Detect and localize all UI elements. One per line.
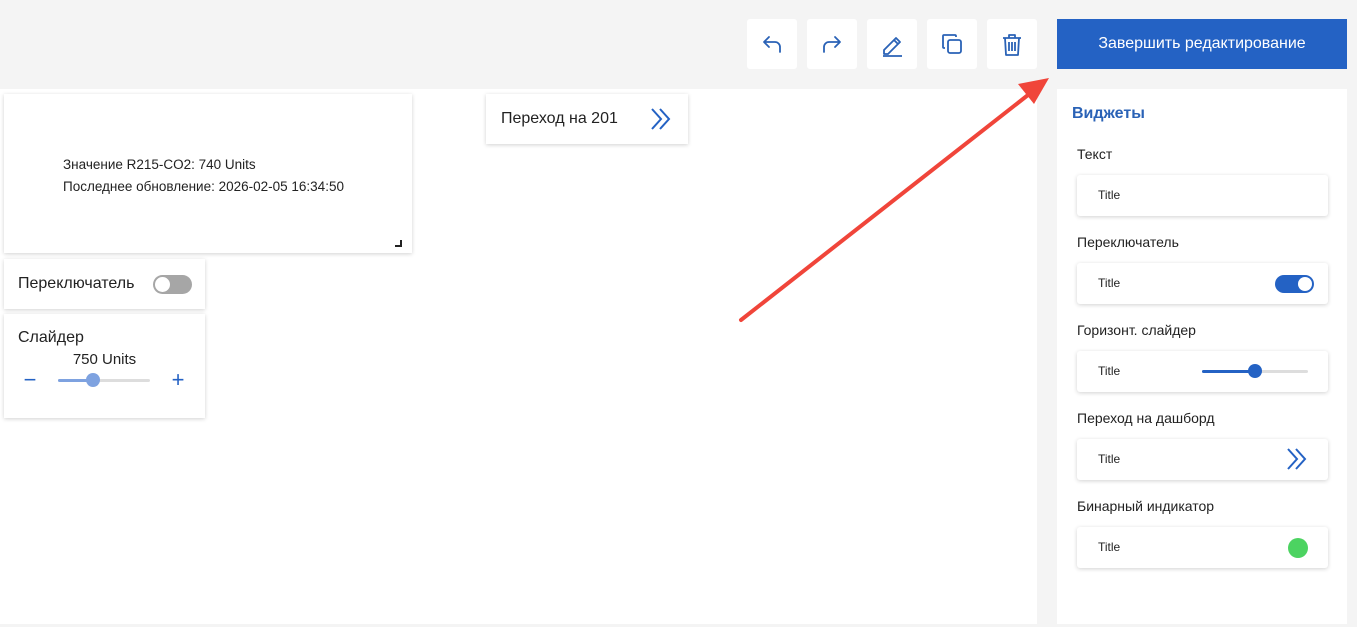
widget-card-text[interactable]: Title bbox=[1077, 175, 1328, 216]
double-chevron-right-icon bbox=[1287, 448, 1307, 470]
dashboard-link-widget[interactable]: Переход на 201 bbox=[486, 94, 688, 144]
slider-preview-track bbox=[1202, 364, 1308, 378]
trash-icon bbox=[1003, 34, 1021, 56]
section-label-indicator: Бинарный индикатор bbox=[1077, 498, 1215, 514]
section-label-text: Текст bbox=[1077, 146, 1113, 162]
switch-label: Переключатель bbox=[18, 275, 135, 292]
card-title: Title bbox=[1098, 188, 1121, 202]
widget-card-switch[interactable]: Title bbox=[1077, 263, 1328, 304]
text-widget-content: Значение R215-CO2: 740 Units Последнее о… bbox=[63, 154, 344, 198]
widgets-panel: Виджеты Текст Title Переключатель Title … bbox=[1057, 89, 1347, 624]
slider-track[interactable] bbox=[58, 373, 150, 387]
widget-card-nav[interactable]: Title bbox=[1077, 439, 1328, 480]
switch-widget: Переключатель bbox=[4, 259, 205, 309]
copy-button[interactable] bbox=[927, 19, 977, 69]
delete-button[interactable] bbox=[987, 19, 1037, 69]
edit-button[interactable] bbox=[867, 19, 917, 69]
widget-card-slider[interactable]: Title bbox=[1077, 351, 1328, 392]
redo-icon bbox=[823, 36, 841, 53]
text-widget[interactable]: Значение R215-CO2: 740 Units Последнее о… bbox=[4, 94, 412, 253]
panel-title: Виджеты bbox=[1072, 105, 1145, 122]
redo-button[interactable] bbox=[807, 19, 857, 69]
slider-label: Слайдер bbox=[18, 329, 84, 346]
indicator-dot bbox=[1288, 538, 1308, 558]
resize-handle[interactable] bbox=[395, 240, 402, 247]
section-label-nav: Переход на дашборд bbox=[1077, 410, 1215, 426]
slider-preview-thumb bbox=[1248, 364, 1262, 378]
dashboard-link-label: Переход на 201 bbox=[501, 110, 618, 127]
undo-icon bbox=[763, 36, 781, 53]
double-chevron-right-icon bbox=[651, 108, 671, 130]
slider-increment-button[interactable]: + bbox=[168, 369, 188, 391]
section-label-slider: Горизонт. слайдер bbox=[1077, 322, 1196, 338]
pencil-icon bbox=[883, 37, 902, 57]
copy-icon bbox=[942, 34, 962, 54]
slider-value: 750 Units bbox=[72, 351, 137, 368]
slider-thumb[interactable] bbox=[85, 373, 100, 387]
card-title: Title bbox=[1098, 452, 1121, 466]
finish-editing-button[interactable]: Завершить редактирование bbox=[1057, 19, 1347, 69]
section-label-switch: Переключатель bbox=[1077, 234, 1179, 250]
card-title: Title bbox=[1098, 540, 1121, 554]
card-title: Title bbox=[1098, 364, 1121, 378]
slider-decrement-button[interactable]: − bbox=[20, 369, 40, 391]
last-update-text: Последнее обновление: 2026-02-05 16:34:5… bbox=[63, 179, 344, 194]
card-title: Title bbox=[1098, 276, 1121, 290]
toggle-preview bbox=[1275, 275, 1314, 293]
switch-toggle[interactable] bbox=[153, 275, 192, 294]
widget-card-indicator[interactable]: Title bbox=[1077, 527, 1328, 568]
undo-button[interactable] bbox=[747, 19, 797, 69]
sensor-value-text: Значение R215-CO2: 740 Units bbox=[63, 157, 256, 172]
slider-widget: Слайдер 750 Units − + bbox=[4, 314, 205, 418]
